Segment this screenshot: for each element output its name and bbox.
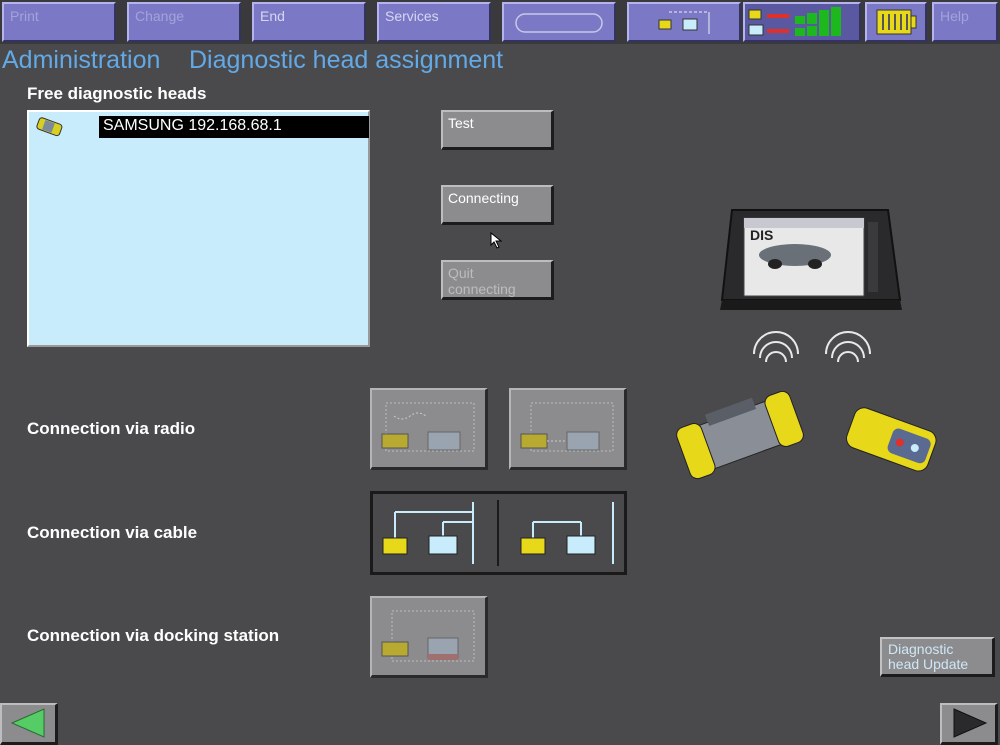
- update-label-2: head Update: [888, 656, 969, 672]
- radio-option-2-button[interactable]: [509, 388, 627, 470]
- page-title: Diagnostic head assignment: [189, 46, 504, 74]
- connection-cable-label: Connection via cable: [27, 523, 198, 542]
- diagnostic-head-small-illustration: [846, 407, 937, 472]
- help-button[interactable]: Help: [932, 2, 998, 42]
- forward-button[interactable]: [940, 703, 998, 745]
- free-heads-list[interactable]: SAMSUNG 192.168.68.1: [27, 110, 370, 347]
- cable-direct-icon: [520, 502, 614, 564]
- connecting-button[interactable]: Connecting: [441, 185, 554, 225]
- end-button[interactable]: End: [252, 2, 366, 42]
- page-section-title: Administration: [2, 46, 161, 74]
- services-button[interactable]: Services: [377, 2, 491, 42]
- print-button[interactable]: Print: [2, 2, 116, 42]
- connection-docking-label: Connection via docking station: [27, 626, 280, 645]
- top-toolbar: Print Change End Services Help: [0, 0, 1000, 44]
- quit-connecting-label-1: Quit: [448, 265, 474, 281]
- dis-tablet-illustration: DIS: [720, 209, 902, 310]
- connection-status-button[interactable]: [627, 2, 741, 42]
- diagnostic-head-icon: [36, 117, 63, 137]
- status-panel: [743, 2, 861, 42]
- radio-option-1-button[interactable]: [370, 388, 488, 470]
- cable-hub-icon: [382, 502, 474, 564]
- change-button[interactable]: Change: [127, 2, 241, 42]
- diagnostic-head-update-button[interactable]: Diagnostic head Update: [880, 637, 995, 677]
- quit-connecting-button[interactable]: Quit connecting: [441, 260, 554, 300]
- quit-connecting-label-2: connecting: [448, 281, 516, 297]
- list-item-label: SAMSUNG 192.168.68.1: [99, 116, 369, 138]
- battery-icon: [876, 9, 917, 35]
- test-button[interactable]: Test: [441, 110, 554, 150]
- update-label-1: Diagnostic: [888, 641, 954, 657]
- cable-divider: [497, 500, 499, 566]
- dis-illustration: DIS: [676, 209, 937, 480]
- docking-option-button[interactable]: [370, 596, 488, 678]
- mouse-cursor-icon: [490, 232, 503, 249]
- connection-radio-label: Connection via radio: [27, 419, 196, 438]
- radio-direct-icon: [520, 402, 614, 452]
- list-item[interactable]: SAMSUNG 192.168.68.1: [33, 116, 369, 140]
- cable-option-1-button[interactable]: [373, 494, 495, 572]
- radio-link-icon: [381, 402, 475, 452]
- diagnostic-head-large-illustration: [676, 390, 804, 480]
- arrow-right-icon: [953, 708, 988, 738]
- connection-diagram-icon: [658, 11, 710, 34]
- dis-screen-text: DIS: [750, 227, 773, 243]
- cable-option-2-button[interactable]: [501, 494, 623, 572]
- cable-tube-icon: [515, 13, 603, 33]
- docking-station-icon: [381, 610, 475, 662]
- status-lights-icon: [748, 7, 841, 36]
- free-heads-label: Free diagnostic heads: [27, 84, 207, 103]
- back-button[interactable]: [0, 703, 58, 745]
- measuring-cable-button[interactable]: [502, 2, 616, 42]
- arrow-left-icon: [10, 708, 45, 738]
- radio-waves-icon: [753, 331, 871, 363]
- battery-button[interactable]: [865, 2, 927, 42]
